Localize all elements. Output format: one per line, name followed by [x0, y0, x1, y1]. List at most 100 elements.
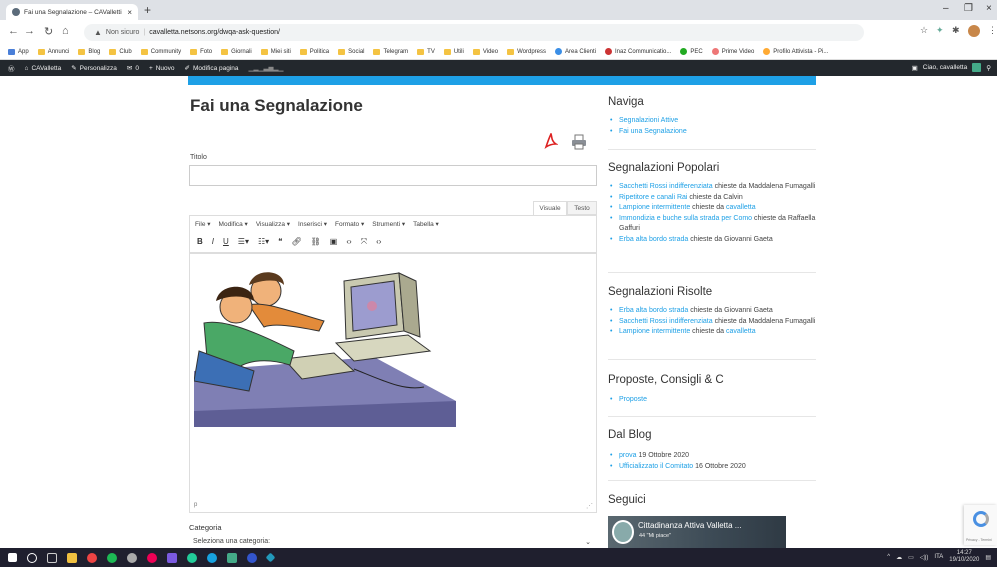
clock[interactable]: 14:27 19/10/2020 [949, 550, 979, 564]
sidebar-link[interactable]: Fai una Segnalazione [619, 128, 687, 135]
sidebar-link[interactable]: Immondizia e buche sulla strada per Como [619, 215, 752, 222]
sidebar-link[interactable]: Sacchetti Rossi indifferenziata [619, 318, 713, 325]
spotify-icon[interactable] [107, 552, 117, 563]
bookmark-item[interactable]: Utili [443, 48, 464, 55]
recaptcha-badge[interactable]: Privacy - Termini [964, 505, 997, 545]
puzzle-extension-icon[interactable]: ✱ [952, 25, 960, 36]
bookmark-item[interactable]: Club [109, 48, 132, 55]
author-link[interactable]: cavalletta [726, 204, 756, 211]
address-bar[interactable]: ▲ Non sicuro | cavalletta.netsons.org/dw… [84, 24, 864, 41]
app-icon[interactable] [247, 552, 257, 563]
editor-menu-item[interactable]: File ▾ [195, 220, 211, 228]
underline-icon[interactable]: U [223, 237, 229, 246]
sidebar-link[interactable]: Segnalazioni Attive [619, 117, 678, 124]
bookmark-item[interactable]: TV [417, 48, 435, 55]
chevron-up-icon[interactable]: ^ [887, 554, 890, 560]
close-window-button[interactable]: × [986, 3, 992, 14]
bullet-list-icon[interactable]: ☰▾ [238, 237, 249, 246]
wordpress-logo-icon[interactable]: Ⓦ [8, 63, 15, 73]
search-icon[interactable] [27, 552, 37, 563]
restore-button[interactable]: ❐ [964, 3, 973, 14]
editor-menu-item[interactable]: Tabella ▾ [413, 220, 439, 228]
menu-kebab-icon[interactable]: ⋮ [988, 25, 997, 36]
italic-icon[interactable]: I [212, 237, 214, 246]
bookmark-item[interactable]: Blog [78, 48, 100, 55]
sidebar-link[interactable]: Erba alta bordo strada [619, 236, 688, 243]
bookmark-item[interactable]: Foto [190, 48, 212, 55]
app-icon[interactable] [167, 552, 177, 563]
home-icon[interactable]: ⌂ [62, 25, 69, 37]
task-view-icon[interactable] [47, 552, 57, 563]
link-icon[interactable]: 🔗︎ [291, 237, 301, 246]
tab-visual[interactable]: Visuale [533, 201, 567, 215]
edit-page-link[interactable]: ✐ Modifica pagina [185, 64, 239, 73]
network-icon[interactable]: ▭ [908, 554, 914, 561]
profile-avatar[interactable] [968, 25, 980, 37]
image-icon[interactable]: ▣ [330, 237, 338, 246]
cloud-icon[interactable]: ☁ [896, 554, 902, 561]
comments-link[interactable]: ✉ 0 [127, 64, 139, 73]
blockquote-icon[interactable]: ❝ [278, 237, 282, 246]
chrome-icon[interactable] [87, 552, 97, 563]
bookmark-item[interactable]: Wordpress [507, 48, 546, 55]
file-explorer-icon[interactable] [67, 552, 77, 563]
forward-arrow-icon[interactable]: → [24, 25, 35, 37]
customize-link[interactable]: ✎ Personalizza [71, 64, 117, 73]
sidebar-link[interactable]: Erba alta bordo strada [619, 307, 688, 314]
checkmark-app-icon[interactable] [265, 552, 276, 563]
editor-menu-item[interactable]: Inserisci ▾ [298, 220, 327, 228]
embed-code-icon[interactable]: ‹› [376, 237, 381, 246]
app-icon[interactable] [147, 552, 157, 563]
bookmark-item[interactable]: App [8, 48, 29, 55]
bookmark-item[interactable]: PEC [680, 48, 703, 55]
sidebar-link[interactable]: Ufficializzato il Comitato [619, 463, 693, 470]
title-input[interactable] [189, 165, 597, 186]
bookmark-item[interactable]: Telegram [373, 48, 408, 55]
sidebar-link[interactable]: Sacchetti Rossi indifferenziata [619, 183, 713, 190]
bookmark-item[interactable]: Profilo Attivista - Pi... [763, 48, 828, 55]
bookmark-item[interactable]: Social [338, 48, 364, 55]
printer-icon[interactable] [571, 134, 587, 150]
sidebar-link[interactable]: prova [619, 452, 637, 459]
pdf-icon[interactable] [544, 133, 558, 149]
app-icon[interactable] [127, 552, 137, 563]
browser-tab[interactable]: Fai una Segnalazione – CAValletti × [6, 4, 138, 20]
bold-icon[interactable]: B [197, 237, 203, 246]
editor-menu-item[interactable]: Modifica ▾ [219, 220, 248, 228]
sidebar-link[interactable]: Lampione intermittente [619, 328, 690, 335]
minimize-button[interactable]: – [943, 3, 949, 14]
windows-start-icon[interactable] [8, 553, 17, 562]
bookmark-item[interactable]: Miei siti [260, 48, 291, 55]
bookmark-item[interactable]: Prime Video [711, 48, 754, 55]
editor-menu-item[interactable]: Visualizza ▾ [256, 220, 290, 228]
bookmark-item[interactable]: Annunci [37, 48, 69, 55]
editor-menu-item[interactable]: Formato ▾ [335, 220, 364, 228]
edge-icon[interactable] [207, 552, 217, 563]
facebook-page-widget[interactable]: Cittadinanza Attiva Valletta ... 44 "Mi … [608, 516, 786, 548]
sidebar-link[interactable]: Proposte [619, 396, 647, 403]
app-icon[interactable] [187, 552, 197, 563]
bookmark-item[interactable]: Inaz Communicatio... [605, 48, 671, 55]
extension-icon[interactable]: ✦ [936, 25, 944, 36]
resize-grip-icon[interactable]: ⋰ [586, 502, 593, 510]
editor-content-area[interactable]: p ⋰ [189, 253, 597, 513]
fullscreen-icon[interactable]: ⤧ [361, 237, 367, 247]
volume-icon[interactable]: ◁)) [920, 554, 929, 561]
notification-icon[interactable]: ▤ [985, 554, 991, 561]
tab-text[interactable]: Testo [567, 201, 597, 215]
new-tab-button[interactable]: + [144, 3, 151, 17]
language-indicator[interactable]: ITA [934, 554, 943, 560]
unlink-icon[interactable]: ⛓︎ [311, 237, 321, 246]
bookmark-item[interactable]: Area Clienti [555, 48, 596, 55]
admin-site-link[interactable]: ⌂ CAValletta [25, 65, 62, 72]
app-icon[interactable] [227, 552, 237, 563]
bookmark-item[interactable]: Giornali [221, 48, 252, 55]
editor-menu-item[interactable]: Strumenti ▾ [372, 220, 405, 228]
account-menu[interactable]: ▣ Ciao, cavalletta ⚲ [912, 63, 991, 72]
numbered-list-icon[interactable]: ☷▾ [258, 237, 269, 246]
back-arrow-icon[interactable]: ← [8, 25, 19, 37]
bookmark-item[interactable]: Video [472, 48, 498, 55]
category-select[interactable]: Seleziona una categoria: ⌄ [189, 535, 597, 548]
sidebar-link[interactable]: Ripetitore e canali Rai [619, 194, 687, 201]
search-icon[interactable]: ⚲ [986, 64, 991, 72]
